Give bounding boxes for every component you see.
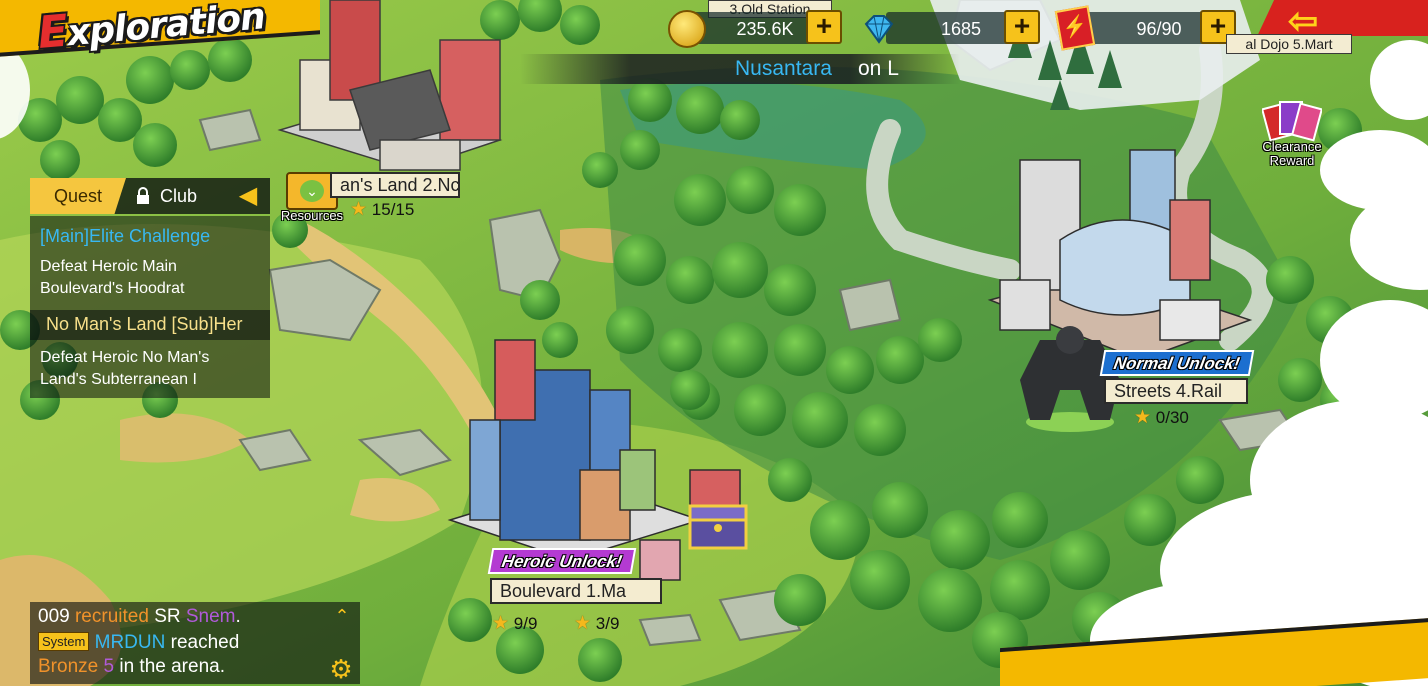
system-badge: System — [38, 632, 90, 651]
chat-text: 5 — [103, 656, 115, 677]
stamina-ticket-icon: ⚡ — [1054, 5, 1096, 51]
treasure-chest — [688, 504, 748, 550]
gear-icon[interactable]: ⚙ — [328, 656, 354, 682]
clearance-reward-label: Clearance Reward — [1254, 140, 1330, 168]
tab-club-label: Club — [160, 186, 198, 206]
star-count: 3/9 — [595, 614, 620, 633]
lock-icon — [137, 187, 149, 204]
chat-line: Bronze 5 in the arena. — [38, 656, 225, 678]
clearance-reward-button[interactable]: Clearance Reward — [1254, 96, 1330, 172]
clearance-line1: Clearance — [1262, 139, 1322, 154]
coin-icon — [668, 10, 706, 48]
stage-stars: ★ 15/15 — [350, 198, 414, 221]
quest-title[interactable]: [Main]Elite Challenge — [40, 226, 210, 247]
resources-label: Resources — [280, 208, 344, 223]
title-banner: Exploration — [0, 0, 320, 70]
star-count: 0/30 — [1155, 408, 1189, 427]
add-gems-button[interactable]: + — [1004, 10, 1040, 44]
star-icon: ★ — [492, 613, 510, 634]
normal-unlock-badge: Normal Unlock! — [1099, 350, 1254, 376]
tab-quest[interactable]: Quest — [30, 178, 126, 214]
resource-bar: 235.6K + 1685 + 96/90 ⚡ + — [660, 5, 1260, 51]
stage-stars: ★ 0/30 — [1134, 406, 1189, 429]
heroic-unlock-badge: Heroic Unlock! — [487, 548, 637, 574]
add-coins-button[interactable]: + — [806, 10, 842, 44]
chat-username[interactable]: MRDUN — [95, 632, 166, 653]
page-title-initial: E — [35, 5, 70, 59]
chat-text: SR — [154, 606, 181, 627]
star-icon: ★ — [350, 199, 368, 220]
quest-desc: Defeat Heroic No Man's Land's Subterrane… — [40, 349, 210, 388]
collapse-arrow-icon[interactable]: ◀ — [232, 182, 264, 210]
chat-text: Snem — [185, 606, 236, 627]
chevron-up-icon[interactable]: ⌃ — [330, 606, 354, 626]
chat-text: Bronze — [38, 656, 99, 677]
stage-label-no-mans-land[interactable]: an's Land 2.Nc — [330, 172, 460, 198]
tab-club[interactable]: Club — [136, 178, 236, 214]
stage-stars: ★ 9/9 — [492, 612, 537, 635]
page-title-rest: xploration — [65, 0, 267, 55]
ticker-text: on L — [858, 57, 899, 80]
announcement-ticker: Nusantara on L — [520, 54, 960, 84]
chat-line: 009 recruited SR Snem. — [38, 606, 241, 628]
quest-title[interactable]: No Man's Land [Sub]Her — [46, 314, 268, 335]
stage-label-streets[interactable]: Streets 4.Rail — [1104, 378, 1248, 404]
ticker-highlight: Nusantara — [735, 57, 832, 80]
stage-label-dojo[interactable]: al Dojo 5.Mart — [1226, 34, 1352, 54]
chat-text: in the arena. — [119, 656, 225, 677]
star-icon: ★ — [574, 613, 592, 634]
stage-label-boulevard[interactable]: Boulevard 1.Ma — [490, 578, 662, 604]
gem-icon — [864, 15, 894, 44]
chat-box[interactable]: 009 recruited SR Snem. ⌃ System MRDUN re… — [30, 602, 360, 684]
chat-text: recruited — [74, 606, 149, 627]
clearance-line2: Reward — [1269, 153, 1315, 168]
reward-cards-icon — [1262, 101, 1322, 142]
chat-line: System MRDUN reached — [38, 632, 239, 654]
star-count: 9/9 — [513, 614, 538, 633]
chat-text: reached — [170, 632, 240, 653]
quest-panel: [Main]Elite Challenge Defeat Heroic Main… — [30, 216, 270, 398]
quest-desc: Defeat Heroic Main Boulevard's Hoodrat — [40, 258, 185, 297]
stage-stars-heroic: ★ 3/9 — [574, 612, 619, 635]
chevron-down-icon: ⌄ — [300, 180, 324, 202]
chat-text: 009 — [38, 606, 70, 627]
star-count: 15/15 — [371, 200, 415, 219]
star-icon: ★ — [1134, 407, 1152, 428]
quest-tab-bar: Quest Club ◀ — [30, 178, 270, 214]
back-button-bg — [1257, 0, 1428, 36]
chat-text: . — [235, 606, 241, 627]
page-title: Exploration — [36, 0, 267, 59]
